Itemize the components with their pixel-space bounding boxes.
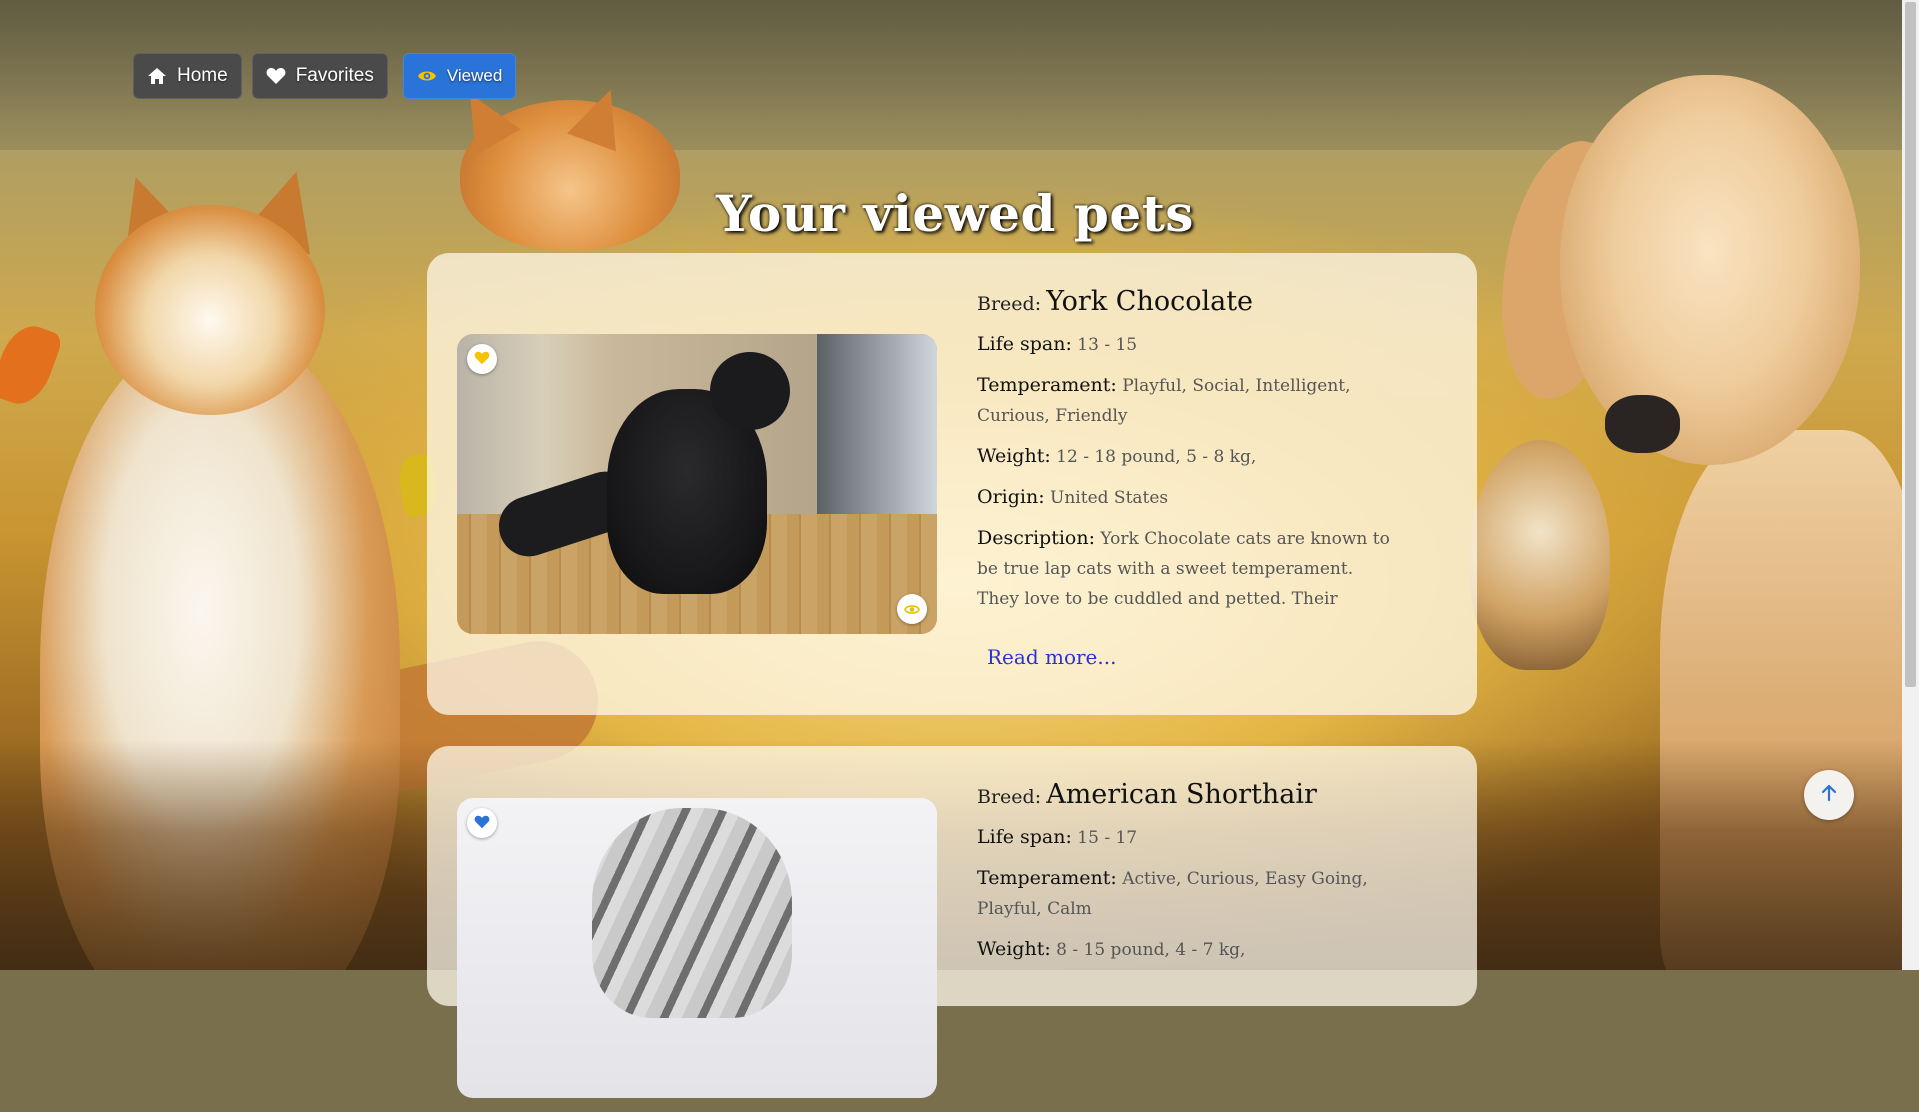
weight-row: Weight: 12 - 18 pound, 5 - 8 kg, [977, 445, 1257, 467]
description-row: Description: York Chocolate cats are kno… [977, 527, 1390, 609]
life-span-row: Life span: 15 - 17 [977, 826, 1138, 848]
pet-photo [457, 798, 937, 1098]
origin-row: Origin: United States [977, 486, 1169, 508]
breed-name: American Shorthair [1046, 779, 1317, 810]
small-dog-figure [1470, 440, 1610, 670]
pet-info: Breed: York Chocolate Life span: 13 - 15… [977, 286, 1417, 619]
main-nav: Home Favorites Viewed [133, 53, 517, 99]
favorites-button[interactable]: Favorites [251, 53, 388, 99]
page-title: Your viewed pets [716, 183, 1194, 243]
viewed-indicator [897, 594, 927, 624]
pet-details-scroll[interactable]: Life span: 15 - 17 Temperament: Active, … [977, 822, 1417, 1112]
page-scrollbar[interactable] [1902, 0, 1919, 970]
heart-icon [474, 350, 490, 369]
temperament-row: Temperament: Active, Curious, Easy Going… [977, 867, 1368, 919]
viewed-button[interactable]: Viewed [402, 53, 517, 99]
favorite-toggle[interactable] [467, 808, 497, 838]
home-button[interactable]: Home [133, 53, 242, 99]
viewed-label: Viewed [446, 66, 503, 85]
favorite-toggle[interactable] [467, 344, 497, 374]
read-more-link[interactable]: Read more... [987, 645, 1116, 669]
home-label: Home [177, 65, 228, 86]
pet-photo [457, 334, 937, 634]
scroll-to-top-button[interactable] [1804, 770, 1854, 820]
page-scrollbar-thumb[interactable] [1905, 2, 1916, 687]
breed-name: York Chocolate [1046, 286, 1254, 317]
heart-icon [474, 814, 490, 833]
breed-heading: Breed: York Chocolate [977, 286, 1254, 317]
heart-icon [266, 67, 286, 85]
pet-card: Breed: York Chocolate Life span: 13 - 15… [427, 253, 1477, 715]
pet-card: Breed: American Shorthair Life span: 15 … [427, 746, 1477, 1098]
pet-info: Breed: American Shorthair Life span: 15 … [977, 779, 1417, 1112]
temperament-row: Temperament: Playful, Social, Intelligen… [977, 374, 1351, 426]
favorites-label: Favorites [295, 65, 374, 86]
eye-icon [417, 69, 437, 83]
puppy-figure [1560, 75, 1860, 465]
arrow-up-icon [1821, 784, 1837, 806]
eye-icon [904, 600, 920, 619]
weight-row: Weight: 8 - 15 pound, 4 - 7 kg, [977, 938, 1246, 960]
pet-details-scroll[interactable]: Life span: 13 - 15 Temperament: Playful,… [977, 329, 1417, 619]
life-span-row: Life span: 13 - 15 [977, 333, 1138, 355]
breed-heading: Breed: American Shorthair [977, 779, 1317, 810]
home-icon [147, 67, 167, 85]
